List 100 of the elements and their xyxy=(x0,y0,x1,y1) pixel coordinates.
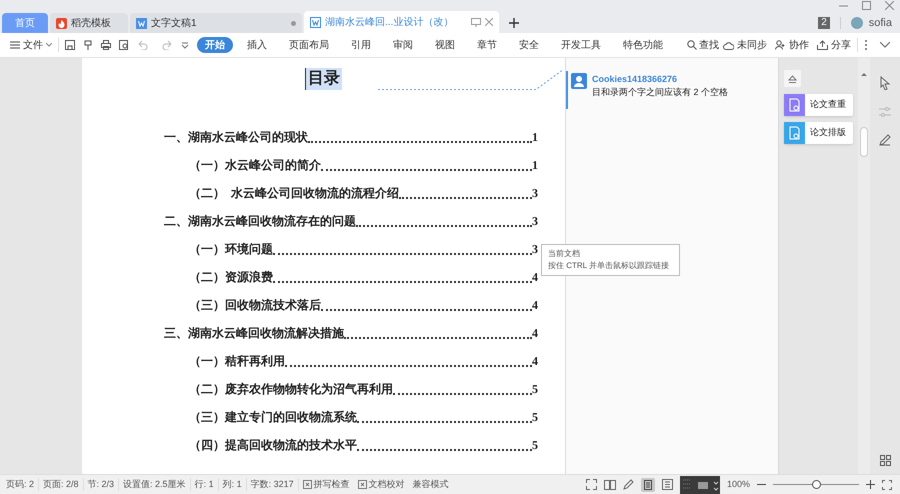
input-method-icon[interactable] xyxy=(680,476,720,494)
fullscreen-icon[interactable] xyxy=(586,479,597,490)
toc-page-number: 3 xyxy=(532,213,538,230)
document-tab[interactable]: 湖南水云峰回...业设计（改） xyxy=(304,11,499,33)
toc-entry[interactable]: （一）水云峰公司的简介 xyxy=(189,156,321,174)
status-item: 节: 2/3 xyxy=(84,478,120,492)
status-item: 页面: 2/8 xyxy=(39,478,84,492)
window-count-badge[interactable]: 2 xyxy=(818,17,830,30)
document-tab[interactable]: 文字文稿1 xyxy=(130,13,302,33)
status-item: 行: 1 xyxy=(190,478,219,492)
flame-logo-icon xyxy=(56,18,67,28)
book-icon[interactable] xyxy=(604,479,616,490)
toc-entry[interactable]: 二、湖南水云峰回收物流存在的问题 xyxy=(164,212,356,230)
print-preview-icon[interactable] xyxy=(119,40,129,50)
share-button[interactable]: 分享 xyxy=(817,38,851,52)
ribbon-tab[interactable]: 页面布局 xyxy=(281,37,337,53)
zoom-slider-thumb[interactable] xyxy=(812,480,820,489)
print-icon[interactable] xyxy=(101,40,111,50)
toc-entry[interactable]: （一）秸秆再利用 xyxy=(189,352,285,370)
toc-page-number: 4 xyxy=(532,297,538,314)
ribbon-tab[interactable]: 章节 xyxy=(469,37,505,53)
dropdown-icon[interactable] xyxy=(181,41,189,49)
file-menu[interactable]: 文件 xyxy=(10,38,52,52)
toc-page-number: 1 xyxy=(532,157,538,174)
close-icon[interactable] xyxy=(485,18,493,26)
page-view-icon[interactable] xyxy=(640,478,655,492)
sync-button[interactable]: 未同步 xyxy=(723,38,767,52)
status-item: 字数: 3217 xyxy=(246,478,299,492)
cursor-icon[interactable] xyxy=(879,76,891,90)
sliders-icon[interactable] xyxy=(879,106,891,118)
status-item: 页码: 2 xyxy=(2,478,40,492)
zoom-percentage[interactable]: 100% xyxy=(726,478,750,492)
share-icon xyxy=(817,40,828,50)
comment-text: 目和录两个字之间应该有 2 个空格 xyxy=(592,86,728,99)
status-item: 设置值: 2.5厘米 xyxy=(119,478,191,492)
toc-page-number: 3 xyxy=(532,241,538,258)
tooltip-title: 当前文档 xyxy=(548,248,581,260)
search-button[interactable]: 查找 xyxy=(687,38,719,52)
ribbon-tab[interactable]: 安全 xyxy=(511,37,547,53)
ribbon-tab[interactable]: 开发工具 xyxy=(553,37,609,53)
close-icon[interactable] xyxy=(885,1,894,10)
toc-entry[interactable]: （二）废弃农作物物转化为沼气再利用 xyxy=(189,380,393,398)
new-tab-icon[interactable] xyxy=(509,18,519,28)
pen-icon[interactable] xyxy=(879,134,891,146)
side-tool-button[interactable]: 论文查重 xyxy=(784,94,853,116)
caret-icon xyxy=(46,43,52,47)
cloud-icon xyxy=(723,40,734,50)
user-name[interactable]: sofia xyxy=(868,15,892,32)
eject-icon xyxy=(788,74,797,82)
maximize-icon[interactable] xyxy=(862,1,871,10)
save-icon[interactable] xyxy=(65,40,75,50)
toc-entry[interactable]: （二）资源浪费 xyxy=(189,268,273,286)
scroll-up-icon[interactable] xyxy=(861,72,867,76)
collapse-panel-button[interactable] xyxy=(784,70,801,87)
zoom-in-icon[interactable] xyxy=(866,480,875,489)
checkbox-icon[interactable] xyxy=(358,480,367,489)
grid-icon[interactable] xyxy=(880,455,890,466)
fit-window-icon[interactable] xyxy=(882,480,892,490)
ribbon-tab[interactable]: 特色功能 xyxy=(615,37,671,53)
toc-entry[interactable]: （三）回收物流技术落后 xyxy=(189,296,321,314)
ribbon-tab[interactable]: 插入 xyxy=(239,37,275,53)
toc-entry[interactable]: （四）提高回收物流的技术水平 xyxy=(189,436,357,454)
outline-view-icon[interactable] xyxy=(662,479,673,490)
collapse-ribbon-icon[interactable] xyxy=(880,42,890,48)
toc-entry[interactable]: 一、湖南水云峰公司的现状 xyxy=(164,128,308,146)
toc-entry[interactable]: （二） 水云峰公司回收物流的流程介绍 xyxy=(189,184,399,202)
pen-icon[interactable] xyxy=(622,479,634,490)
format-painter-icon[interactable] xyxy=(83,40,93,50)
document-title: 目录 xyxy=(305,68,342,90)
toc-entry[interactable]: （一）环境问题 xyxy=(189,240,273,258)
document-tab[interactable]: 稻壳模板 xyxy=(50,13,128,33)
menu-icon xyxy=(10,41,20,49)
person-plus-icon xyxy=(775,40,786,50)
toc-page-number: 1 xyxy=(532,129,538,146)
toc-entry[interactable]: 三、湖南水云峰回收物流解决措施 xyxy=(164,324,344,342)
toc-page-number: 3 xyxy=(532,185,538,202)
window-icon[interactable] xyxy=(471,18,481,26)
collaborate-button[interactable]: 协作 xyxy=(775,38,809,52)
more-icon[interactable] xyxy=(864,39,868,51)
ribbon-tab[interactable]: 视图 xyxy=(427,37,463,53)
tooltip-text: 按住 CTRL 并单击鼠标以跟踪链接 xyxy=(548,260,670,272)
ribbon-tab[interactable]: 引用 xyxy=(343,37,379,53)
ribbon-tab[interactable]: 审阅 xyxy=(385,37,421,53)
scrollbar-thumb[interactable] xyxy=(860,127,868,157)
document-icon xyxy=(136,18,147,28)
compat-mode-label: 兼容模式 xyxy=(412,478,450,491)
status-toggle[interactable]: 文档校对 xyxy=(354,478,409,492)
ribbon-tab[interactable]: 开始 xyxy=(197,37,233,53)
toc-page-number: 5 xyxy=(532,381,538,398)
search-icon xyxy=(687,40,697,50)
comment-author: Cookies1418366276 xyxy=(592,73,678,85)
toc-page-number: 4 xyxy=(532,353,538,370)
side-tool-button[interactable]: 论文排版 xyxy=(784,122,853,144)
status-toggle[interactable]: 拼写检查 xyxy=(298,478,354,492)
toc-page-number: 4 xyxy=(532,269,538,286)
checkbox-icon[interactable] xyxy=(302,480,312,489)
toc-page-number: 4 xyxy=(532,325,538,342)
toc-entry[interactable]: （三）建立专门的回收物流系统 xyxy=(189,408,357,426)
toc-page-number: 5 xyxy=(532,409,538,426)
document-icon xyxy=(310,16,321,28)
